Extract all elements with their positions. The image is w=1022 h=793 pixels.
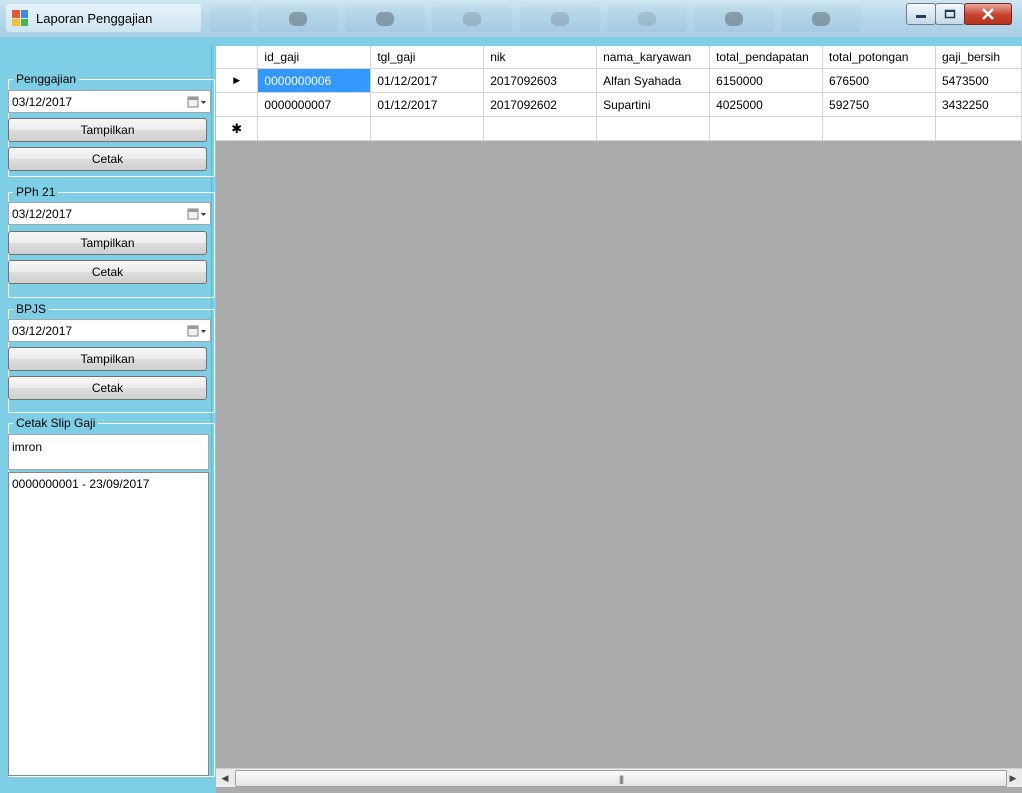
bpjs-date-value: 03/12/2017	[12, 323, 73, 338]
table-cell[interactable]	[483, 116, 598, 141]
penggajian-show-button[interactable]: Tampilkan	[8, 118, 207, 142]
app-icon	[12, 10, 28, 26]
table-cell[interactable]	[370, 116, 485, 141]
pph21-show-button[interactable]: Tampilkan	[8, 231, 207, 255]
column-header[interactable]: total_potongan	[822, 46, 936, 69]
table-cell[interactable]: 01/12/2017	[370, 68, 485, 93]
taskbar-blur-icon	[607, 6, 687, 32]
table-cell[interactable]: 0000000006	[257, 68, 372, 93]
minimize-button[interactable]	[906, 3, 936, 25]
left-panel: Penggajian 03/12/2017 Tampilkan Cetak PP…	[8, 46, 215, 777]
table-row[interactable]: 0000000007 01/12/2017 2017092602 Suparti…	[216, 92, 1022, 117]
column-header[interactable]: nama_karyawan	[596, 46, 711, 69]
table-cell[interactable]: 6150000	[709, 68, 824, 93]
taskbar-blur-icon	[258, 6, 338, 32]
window-title-area: Laporan Penggajian	[6, 4, 201, 32]
employee-search-input[interactable]: imron	[8, 434, 209, 470]
maximize-icon	[944, 9, 956, 19]
penggajian-print-button[interactable]: Cetak	[8, 147, 207, 171]
taskbar-blur-icon	[694, 6, 774, 32]
caption-buttons	[906, 3, 1012, 25]
main-window: Laporan Penggajian Penggajian 03/12/2017…	[0, 0, 1022, 793]
table-cell[interactable]	[935, 116, 1022, 141]
group-title-pph21: PPh 21	[13, 185, 59, 199]
close-button[interactable]	[964, 3, 1012, 25]
calendar-dropdown-icon[interactable]	[184, 321, 210, 340]
scroll-right-icon[interactable]: ▶	[1004, 769, 1022, 787]
slip-list[interactable]: 0000000001 - 23/09/2017	[8, 472, 209, 776]
maximize-button[interactable]	[935, 3, 965, 25]
current-row-indicator-icon[interactable]: ▶	[216, 68, 259, 93]
new-row[interactable]: ✱	[216, 116, 1022, 141]
table-cell[interactable]	[257, 116, 372, 141]
scroll-grip-icon: |||	[618, 773, 624, 784]
horizontal-scrollbar[interactable]: ◀ ||| ▶	[216, 768, 1022, 787]
taskbar-blur-icon	[210, 6, 252, 32]
table-row[interactable]: ▶ 0000000006 01/12/2017 2017092603 Alfan…	[216, 68, 1022, 93]
table-cell[interactable]: 2017092603	[483, 68, 598, 93]
table-cell[interactable]: 592750	[822, 92, 936, 117]
data-grid[interactable]: id_gaji tgl_gaji nik nama_karyawan total…	[216, 46, 1022, 793]
column-header[interactable]: id_gaji	[257, 46, 372, 69]
column-header[interactable]: nik	[483, 46, 598, 69]
payroll-table: id_gaji tgl_gaji nik nama_karyawan total…	[216, 46, 1022, 141]
employee-search-value: imron	[12, 440, 43, 454]
group-title-penggajian: Penggajian	[13, 72, 80, 86]
taskbar-blur-icon	[432, 6, 512, 32]
column-header[interactable]: total_pendapatan	[709, 46, 824, 69]
calendar-dropdown-icon[interactable]	[184, 204, 210, 223]
scrollbar-thumb[interactable]: |||	[235, 770, 1007, 787]
row-header[interactable]	[216, 92, 259, 117]
row-header-corner[interactable]	[216, 46, 259, 69]
taskbar-blur-icon	[781, 6, 861, 32]
pph21-date-picker[interactable]: 03/12/2017	[8, 202, 211, 225]
window-title: Laporan Penggajian	[36, 10, 153, 26]
taskbar-blur-icon	[520, 6, 600, 32]
pph21-print-button[interactable]: Cetak	[8, 260, 207, 284]
minimize-icon	[916, 15, 926, 18]
table-cell[interactable]: 4025000	[709, 92, 824, 117]
table-cell[interactable]: Alfan Syahada	[596, 68, 711, 93]
table-cell[interactable]	[709, 116, 824, 141]
table-cell[interactable]: Supartini	[596, 92, 711, 117]
close-icon	[982, 8, 994, 20]
table-cell[interactable]: 2017092602	[483, 92, 598, 117]
table-header-row: id_gaji tgl_gaji nik nama_karyawan total…	[216, 46, 1022, 69]
table-cell[interactable]	[822, 116, 936, 141]
title-bar[interactable]: Laporan Penggajian	[0, 0, 1022, 37]
table-cell[interactable]	[596, 116, 711, 141]
group-title-slip-gaji: Cetak Slip Gaji	[13, 416, 99, 430]
group-title-bpjs: BPJS	[13, 302, 50, 316]
table-cell[interactable]: 5473500	[935, 68, 1022, 93]
penggajian-date-picker[interactable]: 03/12/2017	[8, 90, 211, 113]
table-cell[interactable]: 3432250	[935, 92, 1022, 117]
calendar-dropdown-icon[interactable]	[184, 92, 210, 111]
table-cell[interactable]: 0000000007	[257, 92, 372, 117]
bpjs-print-button[interactable]: Cetak	[8, 376, 207, 400]
data-grid-viewport: id_gaji tgl_gaji nik nama_karyawan total…	[216, 46, 1022, 768]
new-row-indicator-icon[interactable]: ✱	[216, 116, 259, 141]
list-item[interactable]: 0000000001 - 23/09/2017	[9, 473, 208, 495]
table-cell[interactable]: 01/12/2017	[370, 92, 485, 117]
column-header[interactable]: gaji_bersih	[935, 46, 1022, 69]
taskbar-blur-icon	[345, 6, 425, 32]
pph21-date-value: 03/12/2017	[12, 206, 73, 221]
table-cell[interactable]: 676500	[822, 68, 936, 93]
bpjs-show-button[interactable]: Tampilkan	[8, 347, 207, 371]
penggajian-date-value: 03/12/2017	[12, 94, 73, 109]
bpjs-date-picker[interactable]: 03/12/2017	[8, 319, 211, 342]
column-header[interactable]: tgl_gaji	[370, 46, 485, 69]
scroll-left-icon[interactable]: ◀	[216, 769, 234, 787]
